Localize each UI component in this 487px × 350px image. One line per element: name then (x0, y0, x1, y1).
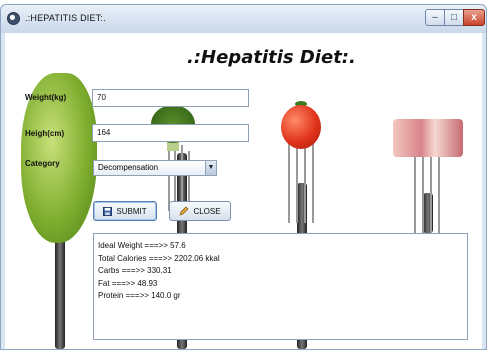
chevron-down-icon[interactable]: ▼ (205, 161, 216, 175)
title-bar[interactable]: .:HEPATITIS DIET:. – □ x (1, 5, 486, 33)
minimize-button[interactable]: – (425, 9, 445, 26)
fork-prong-image (288, 143, 290, 223)
results-textarea[interactable]: Ideal Weight ===>> 57.6 Total Calories =… (93, 233, 468, 340)
meat-image (393, 119, 463, 157)
fork-prong-image (304, 143, 306, 223)
close-window-button[interactable]: x (463, 9, 485, 26)
main-panel: .:Hepatitis Diet:. Weight(kg) 70 Heigh(c… (5, 33, 482, 349)
height-label: Heigh(cm) (25, 129, 65, 138)
fork-prong-image (438, 153, 440, 233)
category-select[interactable]: Decompensation ▼ (93, 160, 217, 176)
category-label: Category (25, 159, 60, 168)
fork-prong-image (414, 153, 416, 233)
app-icon (7, 12, 20, 25)
pencil-icon (179, 206, 189, 216)
submit-button-label: SUBMIT (116, 206, 147, 216)
weight-input[interactable]: 70 (92, 89, 249, 107)
tomato-image (281, 105, 321, 149)
app-window: .:HEPATITIS DIET:. – □ x .:Hepatitis Die… (0, 4, 487, 350)
fork-prong-image (296, 143, 298, 223)
submit-button[interactable]: SUBMIT (93, 201, 157, 221)
close-button-label: CLOSE (193, 206, 221, 216)
category-selected-value: Decompensation (98, 163, 159, 172)
result-line: Total Calories ===>> 2202.06 kkal (98, 253, 220, 263)
floppy-disk-icon (103, 206, 113, 216)
weight-label: Weight(kg) (25, 93, 67, 102)
close-button[interactable]: CLOSE (169, 201, 231, 221)
result-line: Carbs ===>> 330.31 (98, 266, 172, 275)
result-line: Fat ===>> 48.93 (98, 278, 158, 288)
fork-handle-image (55, 231, 65, 349)
fork-prong-image (312, 143, 314, 223)
result-line: Ideal Weight ===>> 57.6 (98, 241, 186, 250)
maximize-button[interactable]: □ (444, 9, 464, 26)
fork-prong-image (422, 153, 424, 233)
fork-prong-image (430, 153, 432, 233)
window-title: .:HEPATITIS DIET:. (25, 13, 106, 23)
page-title: .:Hepatitis Diet:. (187, 47, 356, 68)
result-line: Protein ===>> 140.0 gr (98, 291, 181, 300)
height-input[interactable]: 164 (92, 124, 249, 142)
